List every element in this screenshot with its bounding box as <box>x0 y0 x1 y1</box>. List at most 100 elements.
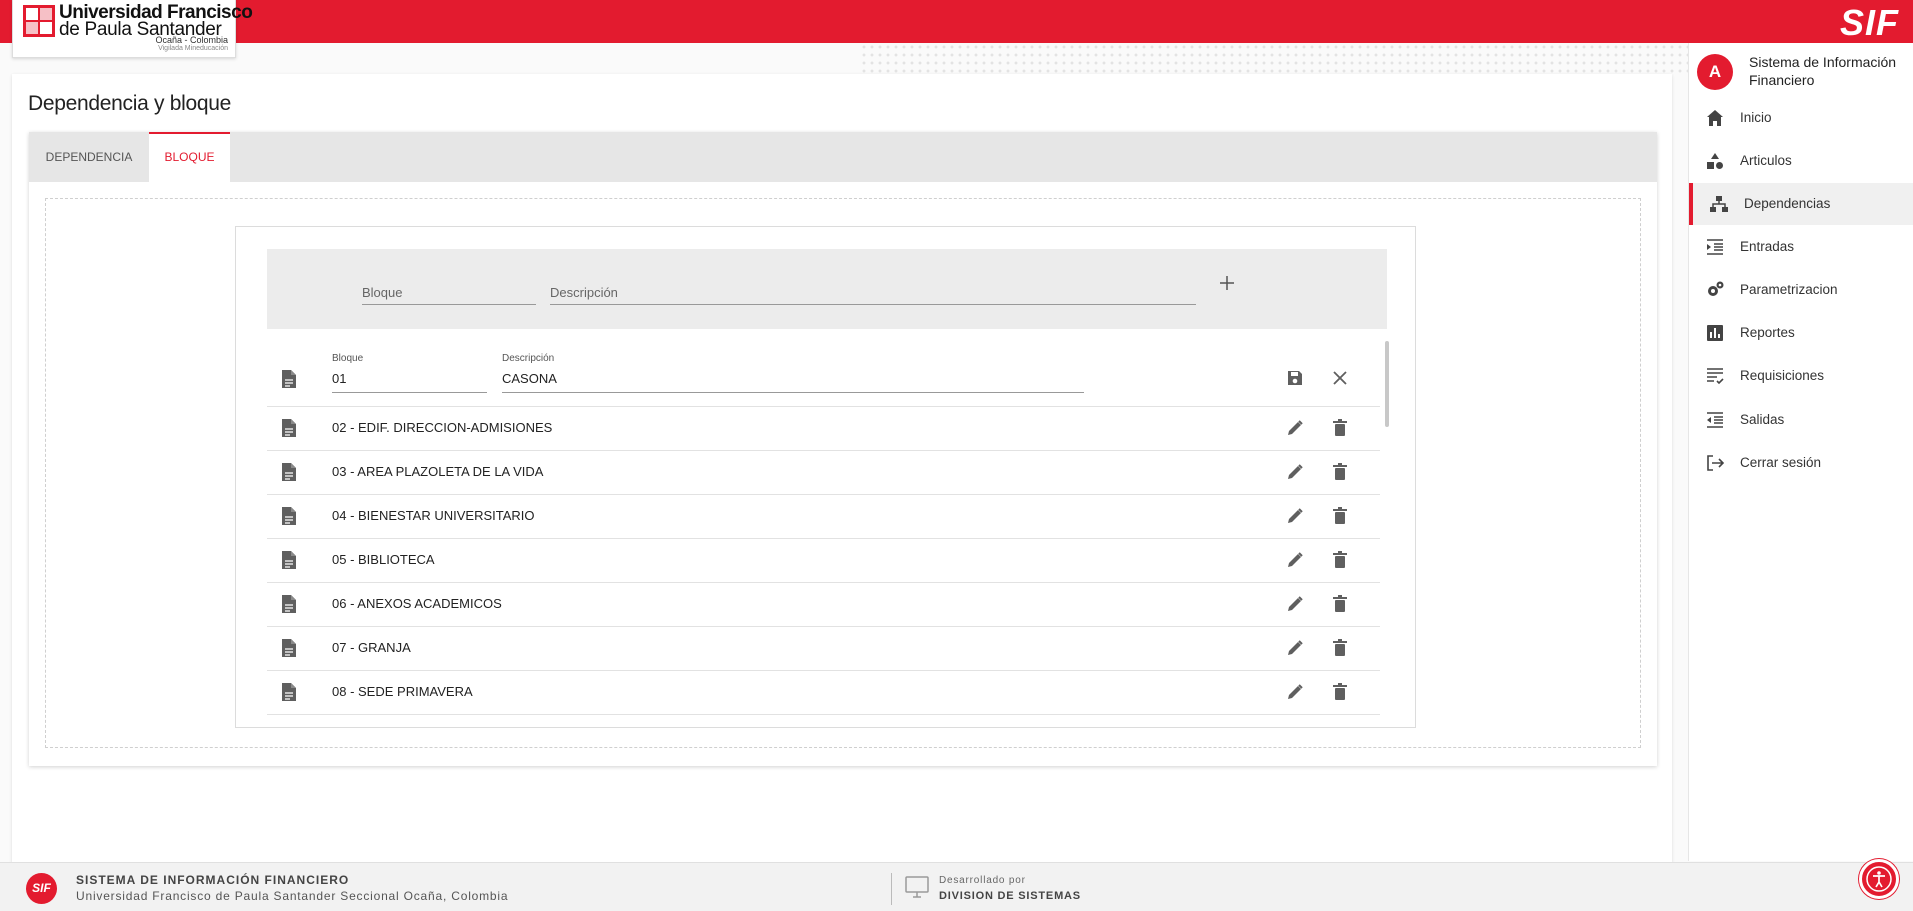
edit-icon[interactable] <box>1285 638 1305 658</box>
sidebar-item-label: Articulos <box>1740 153 1792 168</box>
add-bloque-form: Bloque Descripción <box>267 249 1387 329</box>
page-title: Dependencia y bloque <box>28 92 231 115</box>
add-button[interactable] <box>1219 275 1235 291</box>
row-text: 08 - SEDE PRIMAVERA <box>332 684 473 699</box>
document-icon <box>282 683 296 701</box>
tab-bar: DEPENDENCIA BLOQUE <box>29 132 1657 182</box>
document-icon <box>282 639 296 657</box>
sidebar-item-label: Requisiciones <box>1740 368 1825 383</box>
document-icon <box>282 507 296 525</box>
sidebar-item-reportes[interactable]: Reportes <box>1689 312 1913 354</box>
row-text: 03 - AREA PLAZOLETA DE LA VIDA <box>332 464 544 479</box>
gears-icon <box>1708 281 1724 296</box>
footer-subtitle: Universidad Francisco de Paula Santander… <box>76 889 509 903</box>
university-logo[interactable]: Universidad Francisco de Paula Santander… <box>12 0 253 58</box>
sidebar-item-cerrar-sesi-n[interactable]: Cerrar sesión <box>1689 442 1913 484</box>
university-emblem-icon <box>23 5 55 37</box>
delete-icon[interactable] <box>1330 550 1350 570</box>
brand-logo-text: SIF <box>1839 2 1899 43</box>
avatar[interactable]: A <box>1697 54 1733 90</box>
document-icon <box>282 370 296 388</box>
tabs-card: DEPENDENCIA BLOQUE Bloque Descripción Bl… <box>29 132 1657 766</box>
table-scrollbar[interactable] <box>1385 341 1389 427</box>
edit-row: Bloque 01 Descripción CASONA <box>267 343 1380 407</box>
new-descripcion-placeholder: Descripción <box>550 285 618 300</box>
accessibility-button[interactable] <box>1859 859 1899 899</box>
checklist-icon <box>1707 368 1724 385</box>
tab-dependencia[interactable]: DEPENDENCIA <box>29 132 149 182</box>
row-text: 06 - ANEXOS ACADEMICOS <box>332 596 502 611</box>
edit-descripcion-value: CASONA <box>502 371 557 386</box>
delete-icon[interactable] <box>1330 594 1350 614</box>
document-icon <box>282 419 296 437</box>
sidebar-item-label: Salidas <box>1740 412 1785 427</box>
new-bloque-placeholder: Bloque <box>362 285 403 300</box>
row-text: 04 - BIENESTAR UNIVERSITARIO <box>332 508 535 523</box>
sidebar-item-requisiciones[interactable]: Requisiciones <box>1689 355 1913 397</box>
edit-icon[interactable] <box>1285 462 1305 482</box>
right-sidebar: A Sistema de Información Financiero Inic… <box>1688 43 1913 861</box>
sidebar-item-parametrizacion[interactable]: Parametrizacion <box>1689 269 1913 311</box>
sidebar-item-label: Dependencias <box>1744 196 1831 211</box>
footer-logo: SIF <box>26 873 57 904</box>
table-row: 04 - BIENESTAR UNIVERSITARIO <box>267 495 1380 539</box>
outdent-icon <box>1707 412 1723 428</box>
university-vigilada: Vigilada Mineducación <box>158 45 228 52</box>
sidebar-item-inicio[interactable]: Inicio <box>1689 97 1913 139</box>
sidebar-item-label: Parametrizacion <box>1740 282 1838 297</box>
footer-title: SISTEMA DE INFORMACIÓN FINANCIERO <box>76 873 350 887</box>
bloque-table: Bloque Descripción Bloque 01 Descripción… <box>235 226 1416 728</box>
row-text: 02 - EDIF. DIRECCION-ADMISIONES <box>332 420 553 435</box>
new-descripcion-input[interactable]: Descripción <box>550 275 1196 305</box>
save-icon[interactable] <box>1285 368 1305 388</box>
delete-icon[interactable] <box>1330 462 1350 482</box>
sidebar-item-entradas[interactable]: Entradas <box>1689 226 1913 268</box>
edit-icon[interactable] <box>1285 506 1305 526</box>
delete-icon[interactable] <box>1330 418 1350 438</box>
row-text: 07 - GRANJA <box>332 640 411 655</box>
edit-icon[interactable] <box>1285 594 1305 614</box>
shapes-icon <box>1707 153 1723 169</box>
bar-chart-icon <box>1707 325 1723 341</box>
header-dot-pattern <box>860 43 1700 73</box>
sidebar-item-salidas[interactable]: Salidas <box>1689 399 1913 441</box>
footer-divider <box>891 873 892 905</box>
edit-icon[interactable] <box>1285 682 1305 702</box>
delete-icon[interactable] <box>1330 682 1350 702</box>
table-row: 08 - SEDE PRIMAVERA <box>267 671 1380 715</box>
table-row: 06 - ANEXOS ACADEMICOS <box>267 583 1380 627</box>
edit-bloque-label: Bloque <box>332 353 364 364</box>
close-icon[interactable] <box>1330 368 1350 388</box>
document-icon <box>282 551 296 569</box>
monitor-icon <box>905 876 929 898</box>
university-location: Ocaña - Colombia <box>155 35 228 45</box>
table-row: 07 - GRANJA <box>267 627 1380 671</box>
delete-icon[interactable] <box>1330 506 1350 526</box>
sidebar-item-label: Inicio <box>1740 110 1772 125</box>
row-text: 05 - BIBLIOTECA <box>332 552 435 567</box>
table-row: 03 - AREA PLAZOLETA DE LA VIDA <box>267 451 1380 495</box>
sidebar-item-label: Entradas <box>1740 239 1795 254</box>
accessibility-icon <box>1866 866 1892 892</box>
plus-icon <box>1220 276 1234 290</box>
sidebar-item-label: Reportes <box>1740 325 1795 340</box>
edit-bloque-value: 01 <box>332 371 347 386</box>
edit-icon[interactable] <box>1285 550 1305 570</box>
footer-dev-label: Desarrollado por <box>939 875 1026 886</box>
sidebar-title: Sistema de Información Financiero <box>1749 54 1897 88</box>
top-bar: SIF <box>0 0 1913 43</box>
sitemap-icon <box>1710 196 1728 212</box>
edit-descripcion-field[interactable]: Descripción CASONA <box>502 353 1084 393</box>
logout-icon <box>1707 455 1725 471</box>
delete-icon[interactable] <box>1330 638 1350 658</box>
edit-descripcion-label: Descripción <box>502 353 555 364</box>
sidebar-item-articulos[interactable]: Articulos <box>1689 140 1913 182</box>
edit-bloque-field[interactable]: Bloque 01 <box>332 353 487 393</box>
sidebar-item-dependencias[interactable]: Dependencias <box>1689 183 1913 225</box>
sidebar-header: A Sistema de Información Financiero <box>1697 51 1912 95</box>
new-bloque-input[interactable]: Bloque <box>362 275 536 305</box>
edit-icon[interactable] <box>1285 418 1305 438</box>
tab-bloque[interactable]: BLOQUE <box>149 132 230 182</box>
footer: SIF SISTEMA DE INFORMACIÓN FINANCIERO Un… <box>0 862 1913 911</box>
document-icon <box>282 463 296 481</box>
